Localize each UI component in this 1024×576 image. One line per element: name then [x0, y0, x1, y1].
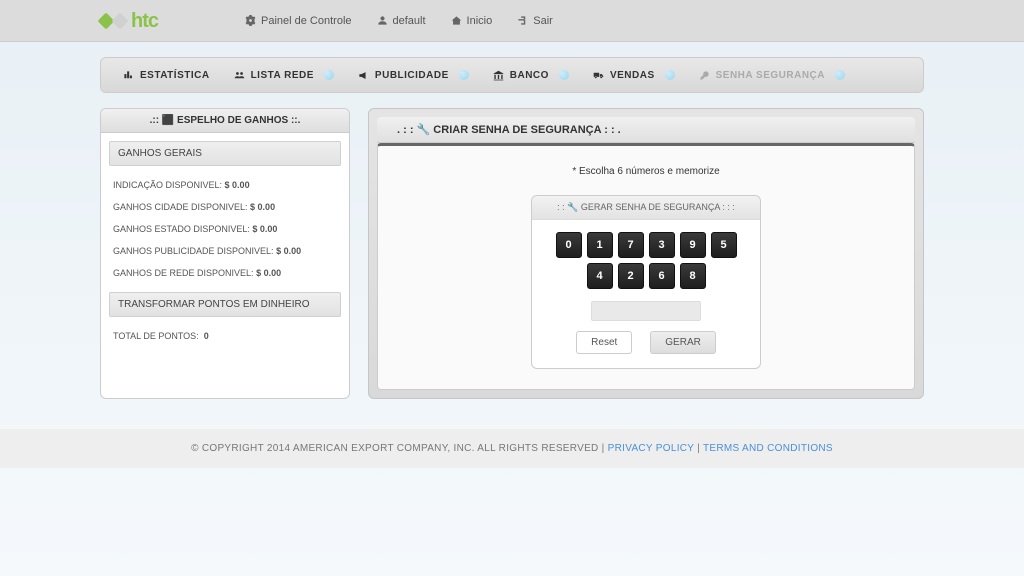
- nav-banco[interactable]: BANCO: [481, 70, 581, 81]
- logo: htc: [100, 8, 158, 34]
- dot-icon: [559, 70, 569, 80]
- key-2[interactable]: 7: [618, 232, 644, 258]
- home-icon: [451, 15, 462, 26]
- topbar: htc Painel de Controle default Inicio Sa…: [0, 0, 1024, 42]
- logo-text: htc: [131, 10, 158, 33]
- footer-copyright: © COPYRIGHT 2014 AMERICAN EXPORT COMPANY…: [191, 443, 598, 454]
- key-1[interactable]: 1: [587, 232, 613, 258]
- keypad-grid: 0 1 7 3 9 5 4 2 6 8: [532, 220, 760, 297]
- dot-icon: [459, 70, 469, 80]
- row-indicacao: INDICAÇÃO DISPONIVEL: $ 0.00: [101, 174, 349, 196]
- menu-inicio-label: Inicio: [467, 15, 493, 27]
- menu-painel[interactable]: Painel de Controle: [245, 15, 352, 27]
- menu-sair-label: Sair: [533, 15, 553, 27]
- keypad-title: : : 🔧 GERAR SENHA DE SEGURANÇA : : :: [532, 196, 760, 220]
- user-icon: [377, 15, 388, 26]
- footer-terms-link[interactable]: TERMS AND CONDITIONS: [703, 443, 833, 454]
- row-rede: GANHOS DE REDE DISPONIVEL: $ 0.00: [101, 262, 349, 284]
- menu-sair[interactable]: Sair: [517, 15, 553, 27]
- row-total: TOTAL DE PONTOS: 0: [101, 325, 349, 347]
- logout-icon: [517, 15, 528, 26]
- dot-icon: [835, 70, 845, 80]
- key-9[interactable]: 8: [680, 263, 706, 289]
- panel-right-title: . : : 🔧 CRIAR SENHA DE SEGURANÇA : : .: [377, 117, 915, 143]
- footer: © COPYRIGHT 2014 AMERICAN EXPORT COMPANY…: [0, 429, 1024, 468]
- nav-vendas[interactable]: VENDAS: [581, 70, 687, 81]
- key-5[interactable]: 5: [711, 232, 737, 258]
- password-display: [591, 301, 701, 321]
- instruction-text: * Escolha 6 números e memorize: [398, 166, 894, 177]
- bank-icon: [493, 70, 504, 81]
- nav-senha[interactable]: SENHA SEGURANÇA: [687, 70, 857, 81]
- row-publicidade: GANHOS PUBLICIDADE DISPONIVEL: $ 0.00: [101, 240, 349, 262]
- key-0[interactable]: 0: [556, 232, 582, 258]
- ganhos-gerais-button[interactable]: GANHOS GERAIS: [109, 141, 341, 166]
- megaphone-icon: [358, 70, 369, 81]
- nav-lista-rede[interactable]: LISTA REDE: [222, 70, 346, 81]
- key-7[interactable]: 2: [618, 263, 644, 289]
- users-icon: [234, 70, 245, 81]
- truck-icon: [593, 70, 604, 81]
- dot-icon: [665, 70, 675, 80]
- key-6[interactable]: 4: [587, 263, 613, 289]
- logo-icon: [100, 8, 126, 34]
- nav-estatistica[interactable]: ESTATÍSTICA: [111, 70, 222, 81]
- panel-left-title: .:: ⬛ ESPELHO DE GANHOS ::.: [101, 109, 349, 133]
- row-cidade: GANHOS CIDADE DISPONIVEL: $ 0.00: [101, 196, 349, 218]
- reset-button[interactable]: Reset: [576, 331, 632, 354]
- menu-user[interactable]: default: [377, 15, 426, 27]
- panel-criar-senha: . : : 🔧 CRIAR SENHA DE SEGURANÇA : : . *…: [368, 108, 924, 399]
- nav-publicidade[interactable]: PUBLICIDADE: [346, 70, 481, 81]
- panel-espelho-ganhos: .:: ⬛ ESPELHO DE GANHOS ::. GANHOS GERAI…: [100, 108, 350, 399]
- key-3[interactable]: 3: [649, 232, 675, 258]
- chart-icon: [123, 70, 134, 81]
- navbar: ESTATÍSTICA LISTA REDE PUBLICIDADE BANCO…: [100, 57, 924, 93]
- key-4[interactable]: 9: [680, 232, 706, 258]
- keypad-box: : : 🔧 GERAR SENHA DE SEGURANÇA : : : 0 1…: [531, 195, 761, 369]
- transformar-button[interactable]: TRANSFORMAR PONTOS EM DINHEIRO: [109, 292, 341, 317]
- gerar-button[interactable]: GERAR: [650, 331, 716, 354]
- row-estado: GANHOS ESTADO DISPONIVEL: $ 0.00: [101, 218, 349, 240]
- key-8[interactable]: 6: [649, 263, 675, 289]
- menu-painel-label: Painel de Controle: [261, 15, 352, 27]
- dot-icon: [324, 70, 334, 80]
- menu-inicio[interactable]: Inicio: [451, 15, 493, 27]
- gear-icon: [245, 15, 256, 26]
- key-icon: [699, 70, 710, 81]
- menu-user-label: default: [393, 15, 426, 27]
- footer-privacy-link[interactable]: PRIVACY POLICY: [608, 443, 694, 454]
